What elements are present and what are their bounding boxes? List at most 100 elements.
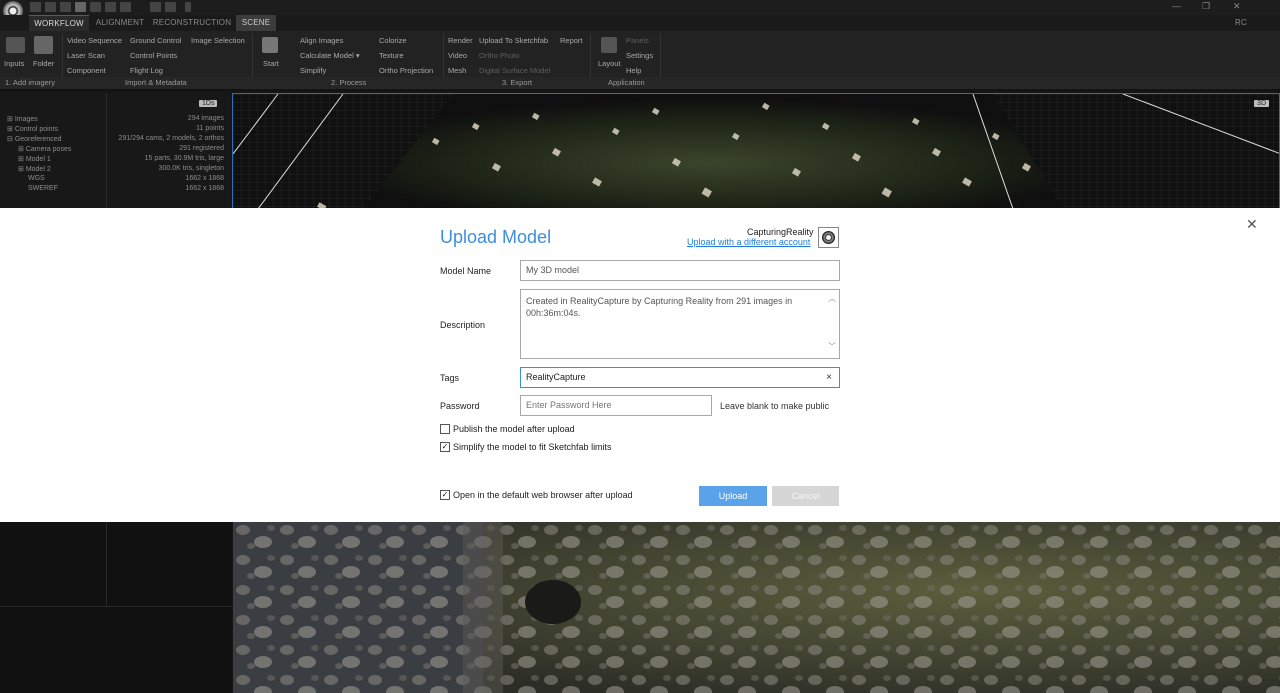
close-icon[interactable]: ✕ xyxy=(1246,216,1258,233)
tree-item-sweref[interactable]: SWEREF xyxy=(28,185,58,192)
digital-surface-model-button[interactable]: Digital Surface Model xyxy=(479,66,550,75)
start-button[interactable]: Start xyxy=(263,59,279,68)
qa-grid-icon[interactable] xyxy=(90,2,101,12)
qa-list-icon[interactable] xyxy=(105,2,116,12)
upload-sketchfab-button[interactable]: Upload To Sketchfab xyxy=(479,36,548,45)
3d-viewport[interactable]: 3D xyxy=(232,93,1280,208)
tree-value: 294 images xyxy=(187,115,224,122)
qa-layout-icon[interactable] xyxy=(75,2,86,12)
panels-button[interactable]: Panels xyxy=(626,36,649,45)
password-label: Password xyxy=(440,401,480,411)
ortho-photo-button[interactable]: Ortho Photo xyxy=(479,51,519,60)
tree-item-wgs[interactable]: WGS xyxy=(28,175,45,182)
qa-open-icon[interactable] xyxy=(45,2,56,12)
tab-workflow[interactable]: WORKFLOW xyxy=(29,15,89,32)
cancel-button[interactable]: Cancel xyxy=(772,486,839,506)
report-button[interactable]: Report xyxy=(560,36,583,45)
mesh-button[interactable]: Mesh xyxy=(448,66,466,75)
terrain-image xyxy=(233,522,1280,693)
password-input[interactable]: Enter Password Here xyxy=(520,395,712,416)
tags-label: Tags xyxy=(440,373,460,383)
texture-button[interactable]: Texture xyxy=(379,51,404,60)
video-button[interactable]: Video xyxy=(448,51,467,60)
layout-icon[interactable] xyxy=(601,37,617,53)
tree-label: Control points xyxy=(14,126,59,133)
model-name-input[interactable]: My 3D model xyxy=(520,260,840,281)
open-browser-checkbox-row[interactable]: ✓ Open in the default web browser after … xyxy=(440,490,633,500)
ground-control-button[interactable]: Ground Control xyxy=(130,36,181,45)
different-account-link[interactable]: Upload with a different account xyxy=(687,237,810,247)
tree-item-model-2[interactable]: ⊞ Model 2 xyxy=(18,165,51,173)
description-textarea[interactable]: Created in RealityCapture by Capturing R… xyxy=(520,289,840,359)
scroll-down-icon[interactable]: ﹀ xyxy=(828,341,836,353)
clear-icon[interactable]: × xyxy=(826,368,832,387)
settings-button[interactable]: Settings xyxy=(626,51,653,60)
render-button[interactable]: Render xyxy=(448,36,473,45)
laser-scan-button[interactable]: Laser Scan xyxy=(67,51,105,60)
minimize-icon[interactable]: — xyxy=(1172,1,1181,11)
start-icon[interactable] xyxy=(262,37,278,53)
help-button[interactable]: Help xyxy=(626,66,641,75)
simplify-checkbox-row[interactable]: ✓ Simplify the model to fit Sketchfab li… xyxy=(440,442,612,452)
colorize-button[interactable]: Colorize xyxy=(379,36,407,45)
simplify-button[interactable]: Simplify xyxy=(300,66,326,75)
tree-item-georeferenced[interactable]: ⊟ Georeferenced xyxy=(7,135,62,143)
tree-value: 1662 x 1868 xyxy=(185,175,224,182)
ortho-projection-button[interactable]: Ortho Projection xyxy=(379,66,433,75)
scroll-up-icon[interactable]: ︿ xyxy=(828,293,836,305)
qa-new-icon[interactable] xyxy=(30,2,41,12)
group-export: 3. Export xyxy=(502,78,533,87)
tree-label: Model 2 xyxy=(25,166,51,173)
close-window-icon[interactable]: ✕ xyxy=(1233,1,1241,12)
qa-customize-icon[interactable] xyxy=(185,2,191,12)
simplify-checkbox[interactable]: ✓ xyxy=(440,442,450,452)
dialog-title: Upload Model xyxy=(440,227,552,247)
tree-label: Georeferenced xyxy=(14,136,62,143)
password-hint: Leave blank to make public xyxy=(720,401,830,411)
inputs-icon[interactable] xyxy=(6,37,25,53)
orthophoto-view[interactable] xyxy=(233,522,1280,693)
panel-layout-badge[interactable]: 1Ds xyxy=(199,100,218,107)
view-mode-badge[interactable]: 3D xyxy=(1254,100,1269,107)
upload-button[interactable]: Upload xyxy=(699,486,767,506)
layout-button[interactable]: Layout xyxy=(598,59,621,68)
align-images-button[interactable]: Align Images xyxy=(300,36,343,45)
tree-value: 15 parts, 30.9M tris, large xyxy=(144,155,224,162)
image-selection-button[interactable]: Image Selection xyxy=(191,36,245,45)
qa-redo-icon[interactable] xyxy=(165,2,176,12)
account-avatar-icon xyxy=(818,227,839,248)
tree-value: 300.0K tris, singleton xyxy=(158,165,224,172)
tab-scene[interactable]: SCENE xyxy=(236,15,276,31)
publish-checkbox[interactable] xyxy=(440,424,450,434)
tags-input[interactable]: RealityCapture × xyxy=(520,367,840,388)
left-bottom-panel xyxy=(0,522,232,693)
publish-checkbox-row[interactable]: Publish the model after upload xyxy=(440,424,575,434)
flight-log-button[interactable]: Flight Log xyxy=(130,66,163,75)
folder-icon[interactable] xyxy=(34,36,53,54)
tree-item-control-points[interactable]: ⊞ Control points xyxy=(7,125,58,133)
qa-console-icon[interactable] xyxy=(120,2,131,12)
tab-reconstruction[interactable]: RECONSTRUCTION xyxy=(152,15,232,31)
tree-label: SWEREF xyxy=(28,185,58,192)
tab-alignment[interactable]: ALIGNMENT xyxy=(92,15,148,31)
video-sequence-button[interactable]: Video Sequence xyxy=(67,36,122,45)
tree-item-model-1[interactable]: ⊞ Model 1 xyxy=(18,155,51,163)
camera-grid-view xyxy=(233,94,1279,208)
tags-value: RealityCapture xyxy=(526,372,586,382)
component-button[interactable]: Component xyxy=(67,66,106,75)
maximize-icon[interactable]: ❐ xyxy=(1202,1,1210,12)
folder-button[interactable]: Folder xyxy=(33,59,54,68)
control-points-button[interactable]: Control Points xyxy=(130,51,177,60)
open-browser-checkbox[interactable]: ✓ xyxy=(440,490,450,500)
group-import-metadata: Import & Metadata xyxy=(125,78,187,87)
inputs-button[interactable]: Inputs xyxy=(4,59,24,68)
tree-item-images[interactable]: ⊞ Images xyxy=(7,115,38,123)
qa-undo-icon[interactable] xyxy=(150,2,161,12)
tree-item-camera-poses[interactable]: ⊞ Camera poses xyxy=(18,145,71,153)
title-bar: — ❐ ✕ xyxy=(0,0,1280,21)
publish-label: Publish the model after upload xyxy=(453,424,575,434)
tree-value: 291 registered xyxy=(179,145,224,152)
description-text: Created in RealityCapture by Capturing R… xyxy=(526,296,793,318)
calculate-model-button[interactable]: Calculate Model ▾ xyxy=(300,51,360,60)
qa-save-icon[interactable] xyxy=(60,2,71,12)
